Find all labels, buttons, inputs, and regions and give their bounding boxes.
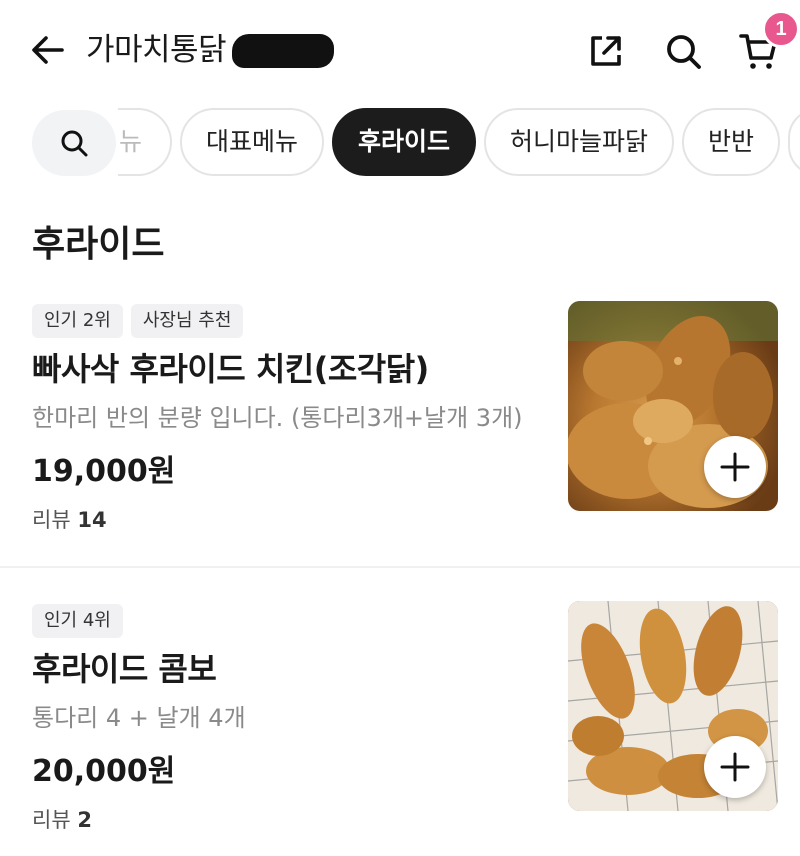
share-button[interactable] <box>585 30 627 72</box>
add-to-cart-button[interactable] <box>704 736 766 798</box>
cart-count-badge: 1 <box>762 10 800 48</box>
category-chip-fried[interactable]: 후라이드 <box>332 108 476 176</box>
item-review: 리뷰 2 <box>32 806 92 834</box>
item-name: 빠사삭 후라이드 치킨(조각닭) <box>32 350 429 388</box>
category-chip-next[interactable] <box>788 108 800 176</box>
category-chip-signature[interactable]: 대표메뉴 <box>180 108 324 176</box>
arrow-left-icon <box>32 36 64 64</box>
category-chip-half-half[interactable]: 반반 <box>682 108 780 176</box>
recommend-tag: 사장님 추천 <box>130 304 244 338</box>
review-count: 2 <box>77 808 92 832</box>
app-header: 가마치통닭 1 <box>0 0 800 100</box>
item-description: 통다리 4 + 날개 4개 <box>32 704 246 732</box>
category-chip-partial[interactable]: 뉴 <box>118 108 172 176</box>
review-label: 리뷰 <box>32 808 71 832</box>
menu-search-button[interactable] <box>32 110 116 176</box>
search-icon <box>61 130 88 157</box>
add-to-cart-button[interactable] <box>704 436 766 498</box>
item-review: 리뷰 14 <box>32 506 107 534</box>
item-tags: 인기 4위 <box>32 604 123 638</box>
rank-tag: 인기 2위 <box>32 304 123 338</box>
review-count: 14 <box>77 508 107 532</box>
item-price: 20,000원 <box>32 754 176 789</box>
redacted-mark <box>232 34 334 68</box>
plus-icon <box>720 452 750 482</box>
item-name: 후라이드 콤보 <box>32 650 217 688</box>
item-description: 한마리 반의 분량 입니다. (통다리3개+날개 3개) <box>32 404 523 432</box>
menu-item[interactable]: 인기 2위 사장님 추천 빠사삭 후라이드 치킨(조각닭) 한마리 반의 분량 … <box>0 296 800 566</box>
item-divider <box>0 566 800 568</box>
section-title: 후라이드 <box>32 224 165 265</box>
item-tags: 인기 2위 사장님 추천 <box>32 304 244 338</box>
store-name: 가마치통닭 <box>86 32 227 68</box>
back-button[interactable] <box>28 30 68 70</box>
share-icon <box>591 36 621 66</box>
menu-item[interactable]: 인기 4위 후라이드 콤보 통다리 4 + 날개 4개 20,000원 리뷰 2 <box>0 596 800 846</box>
item-price: 19,000원 <box>32 454 176 489</box>
category-chip-honey-garlic[interactable]: 허니마늘파닭 <box>484 108 674 176</box>
review-label: 리뷰 <box>32 508 71 532</box>
search-button[interactable] <box>662 30 704 72</box>
plus-icon <box>720 752 750 782</box>
category-chip-bar: 뉴 대표메뉴 후라이드 허니마늘파닭 반반 <box>0 108 800 178</box>
search-icon <box>667 35 701 69</box>
rank-tag: 인기 4위 <box>32 604 123 638</box>
